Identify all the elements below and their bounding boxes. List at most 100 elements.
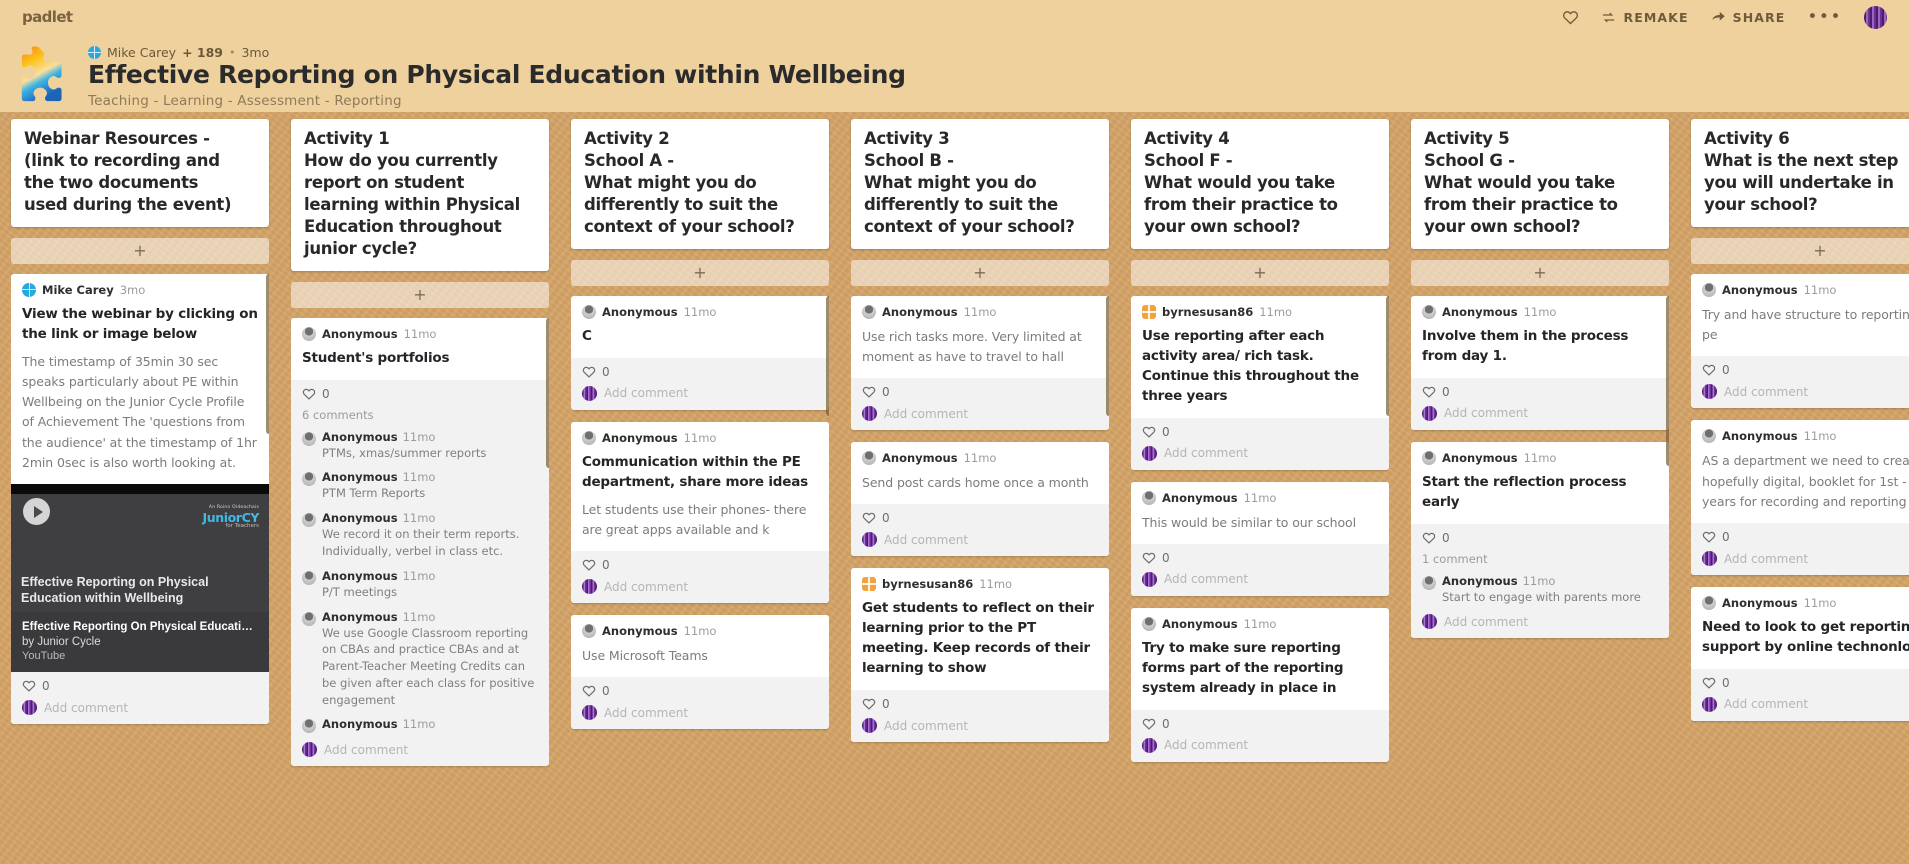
like-button[interactable]: 0 (1422, 531, 1658, 545)
board-thumbnail-puzzle-icon[interactable] (16, 44, 78, 106)
column-posts[interactable]: Anonymous 11mo C 0 Add comment Anonymous… (571, 295, 829, 742)
add-post-button[interactable]: + (1411, 259, 1669, 286)
heart-icon[interactable] (1562, 9, 1579, 26)
add-comment-button[interactable]: Add comment (1702, 696, 1909, 712)
add-post-button[interactable]: + (571, 259, 829, 286)
add-post-button[interactable]: + (291, 281, 549, 308)
column-posts[interactable]: Anonymous 11mo Student's portfolios 0 6 … (291, 317, 549, 779)
column-header[interactable]: Activity 2 School A - What might you do … (571, 119, 829, 249)
column-posts[interactable]: byrnesusan86 11mo Use reporting after ea… (1131, 295, 1389, 774)
add-comment-button[interactable]: Add comment (302, 742, 538, 758)
post-card[interactable]: Anonymous 11mo Use rich tasks more. Very… (851, 295, 1109, 431)
board-canvas[interactable]: Webinar Resources - (link to recording a… (0, 112, 1909, 864)
add-comment-button[interactable]: Add comment (1702, 551, 1909, 566)
add-comment-button[interactable]: Add comment (582, 705, 818, 721)
add-post-button[interactable]: + (1131, 259, 1389, 286)
column-posts[interactable]: Anonymous 11mo Try and have structure to… (1691, 273, 1909, 733)
add-post-button[interactable]: + (851, 259, 1109, 286)
column-scrollbar[interactable] (1386, 295, 1389, 416)
add-comment-button[interactable]: Add comment (862, 718, 1098, 734)
column-posts[interactable]: Anonymous 11mo Involve them in the proce… (1411, 295, 1669, 651)
more-options-icon[interactable]: ••• (1807, 8, 1842, 26)
card-body[interactable]: Anonymous 11mo C (571, 295, 829, 358)
column-scrollbar[interactable] (826, 295, 829, 416)
add-comment-button[interactable]: Add comment (582, 579, 818, 595)
like-button[interactable]: 0 (582, 684, 818, 698)
like-button[interactable]: 0 (862, 385, 1098, 399)
board-column[interactable]: Webinar Resources - (link to recording a… (0, 112, 280, 864)
post-card[interactable]: Anonymous 11mo Send post cards home once… (851, 442, 1109, 557)
add-post-button[interactable]: + (11, 237, 269, 264)
column-scrollbar[interactable] (266, 273, 269, 434)
video-thumbnail[interactable]: An Roinn Oideachais JuniorCY for Teacher… (11, 484, 269, 613)
card-body[interactable]: Anonymous 11mo Try and have structure to… (1691, 273, 1909, 357)
add-comment-button[interactable]: Add comment (1142, 445, 1378, 461)
like-button[interactable]: 0 (862, 511, 1098, 525)
add-comment-button[interactable]: Add comment (582, 385, 818, 401)
remake-button[interactable]: REMAKE (1601, 10, 1688, 25)
column-header[interactable]: Activity 3 School B - What might you do … (851, 119, 1109, 249)
contributor-count[interactable]: + 189 (182, 45, 223, 60)
add-comment-button[interactable]: Add comment (1422, 614, 1658, 630)
video-embed[interactable]: An Roinn Oideachais JuniorCY for Teacher… (11, 484, 269, 673)
column-header[interactable]: Activity 4 School F - What would you tak… (1131, 119, 1389, 249)
post-card[interactable]: Anonymous 11mo Try and have structure to… (1691, 273, 1909, 409)
board-column[interactable]: Activity 3 School B - What might you do … (840, 112, 1120, 864)
card-body[interactable]: Anonymous 11mo Communication within the … (571, 421, 829, 552)
post-card[interactable]: Anonymous 11mo Student's portfolios 0 6 … (291, 317, 549, 767)
like-button[interactable]: 0 (1422, 385, 1658, 399)
share-button[interactable]: SHARE (1711, 10, 1786, 25)
like-button[interactable]: 0 (1142, 425, 1378, 439)
like-button[interactable]: 0 (582, 365, 818, 379)
column-header[interactable]: Activity 5 School G - What would you tak… (1411, 119, 1669, 249)
post-card[interactable]: Mike Carey 3mo View the webinar by click… (11, 273, 269, 725)
add-comment-button[interactable]: Add comment (862, 532, 1098, 548)
column-header[interactable]: Activity 1 How do you currently report o… (291, 119, 549, 271)
column-scrollbar[interactable] (1106, 295, 1109, 416)
card-body[interactable]: Anonymous 11mo Use rich tasks more. Very… (851, 295, 1109, 379)
like-button[interactable]: 0 (1702, 676, 1909, 690)
column-header[interactable]: Webinar Resources - (link to recording a… (11, 119, 269, 227)
card-body[interactable]: Anonymous 11mo Try to make sure reportin… (1131, 607, 1389, 710)
like-button[interactable]: 0 (582, 558, 818, 572)
add-comment-button[interactable]: Add comment (1422, 405, 1658, 421)
post-card[interactable]: byrnesusan86 11mo Use reporting after ea… (1131, 295, 1389, 470)
board-author[interactable]: Mike Carey (107, 45, 176, 60)
like-button[interactable]: 0 (1142, 551, 1378, 565)
card-body[interactable]: Anonymous 11mo Student's portfolios (291, 317, 549, 380)
column-posts[interactable]: Anonymous 11mo Use rich tasks more. Very… (851, 295, 1109, 755)
post-card[interactable]: Anonymous 11mo This would be similar to … (1131, 481, 1389, 596)
like-button[interactable]: 0 (862, 697, 1098, 711)
add-comment-button[interactable]: Add comment (1142, 737, 1378, 753)
board-column[interactable]: Activity 1 How do you currently report o… (280, 112, 560, 864)
post-card[interactable]: Anonymous 11mo Start the reflection proc… (1411, 441, 1669, 639)
user-avatar[interactable] (1864, 5, 1887, 29)
post-card[interactable]: Anonymous 11mo Need to look to get repor… (1691, 587, 1909, 721)
board-column[interactable]: Activity 6 What is the next step you wil… (1680, 112, 1909, 864)
like-button[interactable]: 0 (1702, 530, 1909, 544)
column-scrollbar[interactable] (1666, 295, 1669, 466)
column-scrollbar[interactable] (546, 317, 549, 468)
post-card[interactable]: Anonymous 11mo Try to make sure reportin… (1131, 607, 1389, 762)
add-comment-button[interactable]: Add comment (22, 700, 258, 716)
like-button[interactable]: 0 (302, 387, 538, 401)
column-posts[interactable]: Mike Carey 3mo View the webinar by click… (11, 273, 269, 736)
card-body[interactable]: Mike Carey 3mo View the webinar by click… (11, 273, 269, 485)
card-body[interactable]: Anonymous 11mo This would be similar to … (1131, 481, 1389, 544)
column-header[interactable]: Activity 6 What is the next step you wil… (1691, 119, 1909, 227)
post-card[interactable]: Anonymous 11mo Use Microsoft Teams 0 Add… (571, 615, 829, 730)
like-button[interactable]: 0 (1702, 363, 1909, 377)
board-column[interactable]: Activity 4 School F - What would you tak… (1120, 112, 1400, 864)
play-icon[interactable] (23, 498, 50, 526)
post-card[interactable]: Anonymous 11mo C 0 Add comment (571, 295, 829, 410)
like-button[interactable]: 0 (1142, 717, 1378, 731)
add-comment-button[interactable]: Add comment (862, 406, 1098, 422)
card-body[interactable]: Anonymous 11mo Involve them in the proce… (1411, 295, 1669, 378)
add-post-button[interactable]: + (1691, 237, 1909, 264)
card-body[interactable]: Anonymous 11mo Send post cards home once… (851, 442, 1109, 505)
padlet-logo[interactable]: padlet (22, 8, 73, 26)
post-card[interactable]: Anonymous 11mo AS a department we need t… (1691, 420, 1909, 575)
post-card[interactable]: byrnesusan86 11mo Get students to reflec… (851, 568, 1109, 743)
card-body[interactable]: Anonymous 11mo Use Microsoft Teams (571, 615, 829, 678)
card-body[interactable]: byrnesusan86 11mo Get students to reflec… (851, 568, 1109, 691)
